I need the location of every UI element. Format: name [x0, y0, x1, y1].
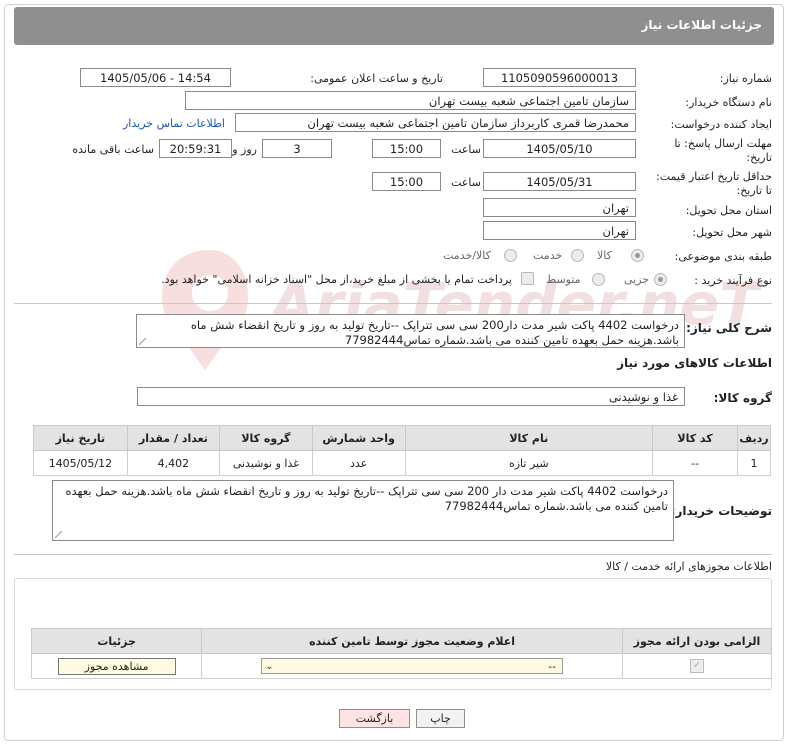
buyer-notes-text: درخواست 4402 پاکت شیر مدت دار 200 سی سی … [65, 484, 668, 513]
remaining-label: ساعت باقی مانده [72, 143, 154, 156]
cell-group: غذا و نوشیدنی [219, 450, 313, 476]
col-group: گروه کالا [219, 425, 313, 451]
validity-time-field: 15:00 [372, 172, 441, 191]
process-radio-medium[interactable] [592, 273, 605, 286]
cell-status: ⌄ -- [201, 653, 623, 679]
goods-section-title: اطلاعات کالاهای مورد نیاز [617, 356, 772, 370]
need-number-field: 1105090596000013 [483, 68, 636, 87]
need-number-label: شماره نیاز: [719, 72, 772, 85]
deadline-time-field: 15:00 [372, 139, 441, 158]
print-button[interactable]: چاپ [416, 709, 465, 728]
buyer-notes-label: توضیحات خریدار: [670, 504, 772, 518]
description-label: شرح کلی نیاز: [686, 321, 772, 335]
announce-label: تاریخ و ساعت اعلان عمومی: [310, 72, 443, 85]
goods-table: ردیف کد کالا نام کالا واحد شمارش گروه کا… [33, 425, 771, 476]
cell-name: شیر تازه [404, 450, 654, 476]
goods-group-field: غذا و نوشیدنی [137, 387, 685, 406]
cell-qty: 4,402 [126, 450, 221, 476]
city-label: شهر محل تحویل: [692, 226, 772, 239]
deadline-label-line2: تاریخ: [746, 151, 772, 164]
buyer-org-field: سازمان تامین اجتماعی شعبه بیست تهران [185, 91, 636, 110]
process-label: نوع فرآیند خرید : [694, 274, 772, 287]
buyer-notes-textarea[interactable]: درخواست 4402 پاکت شیر مدت دار 200 سی سی … [52, 480, 674, 541]
cell-details: مشاهده مجوز [30, 653, 203, 679]
requester-field: محمدرضا قمری کاربرداز سازمان تامین اجتما… [235, 113, 636, 132]
announce-field: 1405/05/06 - 14:54 [80, 68, 231, 87]
col-row: ردیف [737, 425, 771, 451]
col-name: نام کالا [404, 425, 654, 451]
cell-required: ✓ [622, 653, 772, 679]
validity-date-field: 1405/05/31 [483, 172, 636, 191]
contact-buyer-link[interactable]: اطلاعات تماس خریدار [123, 117, 225, 130]
city-field: تهران [483, 221, 636, 240]
table-row: 1 -- شیر تازه عدد غذا و نوشیدنی 4,402 14… [33, 450, 771, 476]
category-radio-service[interactable] [571, 249, 584, 262]
buyer-org-label: نام دستگاه خریدار: [685, 96, 772, 109]
goods-group-label: گروه کالا: [713, 391, 772, 405]
payment-note: پرداخت تمام یا بخشی از مبلغ خرید،از محل … [161, 273, 512, 286]
deadline-date-field: 1405/05/10 [483, 139, 636, 158]
col-unit: واحد شمارش [311, 425, 406, 451]
permits-table: الزامی بودن ارائه مجوز اعلام وضعیت مجوز … [30, 628, 772, 679]
permit-status-select[interactable]: ⌄ -- [261, 658, 564, 674]
remaining-time-field: 20:59:31 [159, 139, 232, 158]
col-status: اعلام وضعیت مجوز توسط تامین کننده [201, 628, 623, 654]
page-title: جزئیات اطلاعات نیاز [641, 18, 762, 32]
payment-checkbox[interactable] [521, 272, 534, 285]
required-checkbox[interactable]: ✓ [690, 659, 704, 673]
view-permit-button[interactable]: مشاهده مجوز [57, 657, 176, 675]
goods-table-header: ردیف کد کالا نام کالا واحد شمارش گروه کا… [33, 425, 771, 451]
requester-label: ایجاد کننده درخواست: [670, 118, 772, 131]
description-text: درخواست 4402 پاکت شیر مدت دار200 سی سی ت… [190, 318, 679, 347]
validity-label-line2: تا تاریخ: [736, 184, 772, 197]
days-field: 3 [262, 139, 332, 158]
permits-section-title: اطلاعات مجوزهای ارائه خدمت / کالا [605, 560, 772, 573]
cell-unit: عدد [311, 450, 406, 476]
col-details: جزئیات [30, 628, 203, 654]
col-date: تاریخ نیاز [33, 425, 128, 451]
category-option-service: خدمت [533, 249, 563, 262]
category-option-goods-service: کالا/خدمت [443, 249, 491, 262]
cell-code: -- [652, 450, 739, 476]
days-label: روز و [232, 143, 257, 156]
separator [14, 303, 772, 304]
category-label: طبقه بندی موضوعی: [674, 250, 772, 263]
chevron-down-icon: ⌄ [265, 661, 274, 672]
resize-handle[interactable] [55, 531, 62, 538]
back-button[interactable]: بازگشت [339, 709, 410, 728]
permit-status-value: -- [548, 660, 557, 673]
separator [14, 554, 772, 555]
deadline-time-label: ساعت [451, 143, 481, 156]
resize-handle[interactable] [139, 338, 146, 345]
cell-row: 1 [737, 450, 771, 476]
validity-label-line1: حداقل تاریخ اعتبار قیمت: [656, 170, 772, 183]
validity-time-label: ساعت [451, 176, 481, 189]
description-textarea[interactable]: درخواست 4402 پاکت شیر مدت دار200 سی سی ت… [136, 314, 685, 348]
province-field: تهران [483, 198, 636, 217]
process-option-medium: متوسط [546, 273, 581, 286]
col-required: الزامی بودن ارائه مجوز [622, 628, 772, 654]
category-option-goods: کالا [597, 249, 612, 262]
permits-table-header: الزامی بودن ارائه مجوز اعلام وضعیت مجوز … [30, 628, 772, 654]
cell-date: 1405/05/12 [33, 450, 128, 476]
table-row: ✓ ⌄ -- مشاهده مجوز [30, 653, 772, 679]
col-code: کد کالا [652, 425, 739, 451]
category-radio-goods-service[interactable] [504, 249, 517, 262]
process-radio-minor[interactable] [654, 273, 667, 286]
col-qty: تعداد / مقدار [126, 425, 221, 451]
category-radio-goods[interactable] [631, 249, 644, 262]
process-option-minor: جزیی [624, 273, 650, 286]
province-label: استان محل تحویل: [685, 204, 772, 217]
deadline-label-line1: مهلت ارسال پاسخ: تا [674, 137, 772, 150]
